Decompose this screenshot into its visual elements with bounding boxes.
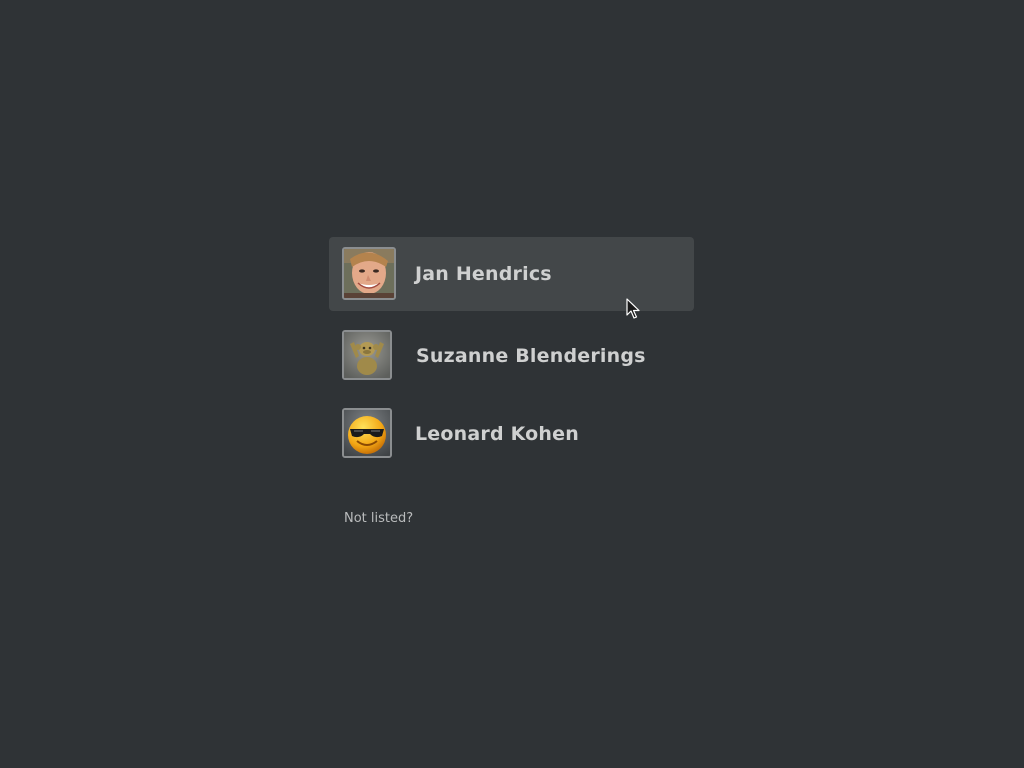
user-name-label: Leonard Kohen <box>415 423 579 445</box>
user-row-suzanne-blenderings[interactable]: Suzanne Blenderings <box>329 319 694 393</box>
user-name-label: Jan Hendrics <box>415 263 552 285</box>
smiley-sunglasses-icon <box>342 408 392 458</box>
monkey-figure-icon <box>342 330 392 380</box>
not-listed-link[interactable]: Not listed? <box>344 511 413 526</box>
user-name-label: Suzanne Blenderings <box>416 345 646 367</box>
user-avatar-photo <box>342 247 396 300</box>
user-row-leonard-kohen[interactable]: Leonard Kohen <box>329 397 694 471</box>
user-row-jan-hendrics[interactable]: Jan Hendrics <box>329 237 694 311</box>
login-screen: Jan Hendrics Suzanne Blenderings Leonard… <box>0 0 1024 768</box>
